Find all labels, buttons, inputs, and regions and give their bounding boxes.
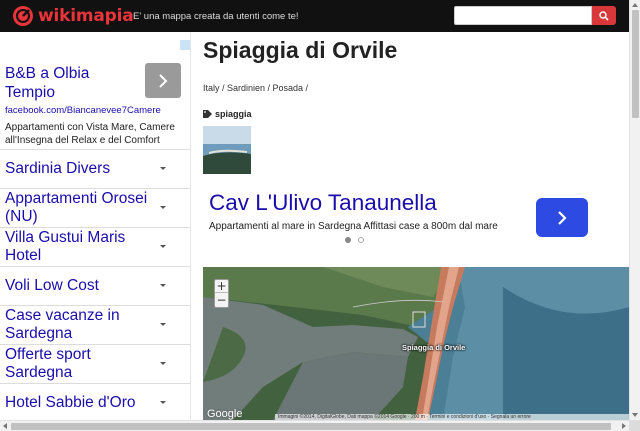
tagline: E' una mappa creata da utenti come te! xyxy=(133,11,299,22)
scroll-down-arrow-icon[interactable] xyxy=(632,413,638,417)
map-zoom-control: + − xyxy=(214,279,229,308)
sidebar-ad-url[interactable]: facebook.com/Biancanevee7Camere xyxy=(5,105,161,116)
vertical-scrollbar[interactable] xyxy=(629,0,640,420)
page-title: Spiaggia di Orvile xyxy=(203,37,398,63)
caret-down-icon xyxy=(160,245,166,248)
chevron-right-icon xyxy=(558,210,567,225)
caret-down-icon xyxy=(160,284,166,287)
chevron-right-icon xyxy=(159,73,168,88)
breadcrumb[interactable]: Italy / Sardinien / Posada / xyxy=(203,83,308,93)
caret-down-icon xyxy=(160,167,166,170)
beach-photo xyxy=(203,126,251,174)
sidebar-link-label: Sardinia Divers xyxy=(5,160,111,177)
caret-down-icon xyxy=(160,206,166,209)
horizontal-scroll-thumb[interactable] xyxy=(11,423,611,430)
tag-icon xyxy=(203,110,212,118)
sidebar-link-label: Case vacanze in Sardegna xyxy=(5,307,120,342)
sidebar-link[interactable]: Hotel Sabbie d'Oro xyxy=(0,383,190,420)
sidebar-link[interactable]: Offerte sport Sardegna xyxy=(0,344,190,383)
horizontal-scrollbar[interactable] xyxy=(0,420,629,431)
logo[interactable]: wikimapia xyxy=(12,5,134,27)
sidebar-link-label: Hotel Sabbie d'Oro xyxy=(5,394,136,411)
carousel-dot[interactable] xyxy=(358,237,364,243)
scroll-up-arrow-icon[interactable] xyxy=(632,3,638,7)
ad-choices-icon[interactable] xyxy=(180,40,190,50)
sidebar-ad-title[interactable]: B&B a Olbia Tempio xyxy=(5,64,135,102)
scrollbar-corner xyxy=(629,420,640,431)
carousel-dot-active[interactable] xyxy=(345,237,351,243)
sidebar-link[interactable]: Sardinia Divers xyxy=(0,149,190,188)
logo-text: wikimapia xyxy=(38,6,134,26)
scroll-right-arrow-icon[interactable] xyxy=(622,423,626,429)
top-bar: wikimapia E' una mappa creata da utenti … xyxy=(0,0,629,32)
zoom-out-button[interactable]: − xyxy=(215,294,228,307)
sidebar-link-label: Villa Gustui Maris Hotel xyxy=(5,229,126,264)
caret-down-icon xyxy=(160,362,166,365)
sidebar-ad-description: Appartamenti con Vista Mare, Camere all'… xyxy=(5,122,175,146)
map-place-label[interactable]: Spiaggia di Orvile xyxy=(402,343,465,352)
banner-ad-title[interactable]: Cav L'Ulivo Tanaunella xyxy=(209,190,437,216)
sidebar-link[interactable]: Voli Low Cost xyxy=(0,266,190,305)
caret-down-icon xyxy=(160,323,166,326)
sidebar-link[interactable]: Villa Gustui Maris Hotel xyxy=(0,227,190,266)
search-input[interactable] xyxy=(454,6,592,25)
sidebar-link-label: Voli Low Cost xyxy=(5,277,99,294)
place-photo-thumbnail[interactable] xyxy=(203,126,251,174)
wikimapia-logo-icon xyxy=(13,6,33,26)
category-tag[interactable]: spiaggia xyxy=(203,109,252,119)
sidebar-link-list: Sardinia Divers Appartamenti Orosei (NU)… xyxy=(0,149,190,420)
banner-ad-arrow-button[interactable] xyxy=(536,198,588,237)
sidebar-link-label: Offerte sport Sardegna xyxy=(5,346,91,381)
sidebar-link[interactable]: Case vacanze in Sardegna xyxy=(0,305,190,344)
caret-down-icon xyxy=(160,401,166,404)
search-button[interactable] xyxy=(592,6,616,25)
banner-ad-description: Appartamenti al mare in Sardegna Affitta… xyxy=(209,221,498,232)
search-icon xyxy=(599,10,609,21)
sidebar: B&B a Olbia Tempio facebook.com/Biancane… xyxy=(0,32,191,420)
sidebar-link-label: Appartamenti Orosei (NU) xyxy=(5,190,148,225)
sidebar-ad-arrow-button[interactable] xyxy=(145,63,181,98)
scroll-left-arrow-icon[interactable] xyxy=(3,423,7,429)
vertical-scroll-thumb[interactable] xyxy=(632,10,639,118)
sidebar-link[interactable]: Appartamenti Orosei (NU) xyxy=(0,188,190,227)
category-tag-label: spiaggia xyxy=(215,109,252,119)
zoom-in-button[interactable]: + xyxy=(215,280,228,293)
google-logo[interactable]: Google xyxy=(207,408,242,420)
